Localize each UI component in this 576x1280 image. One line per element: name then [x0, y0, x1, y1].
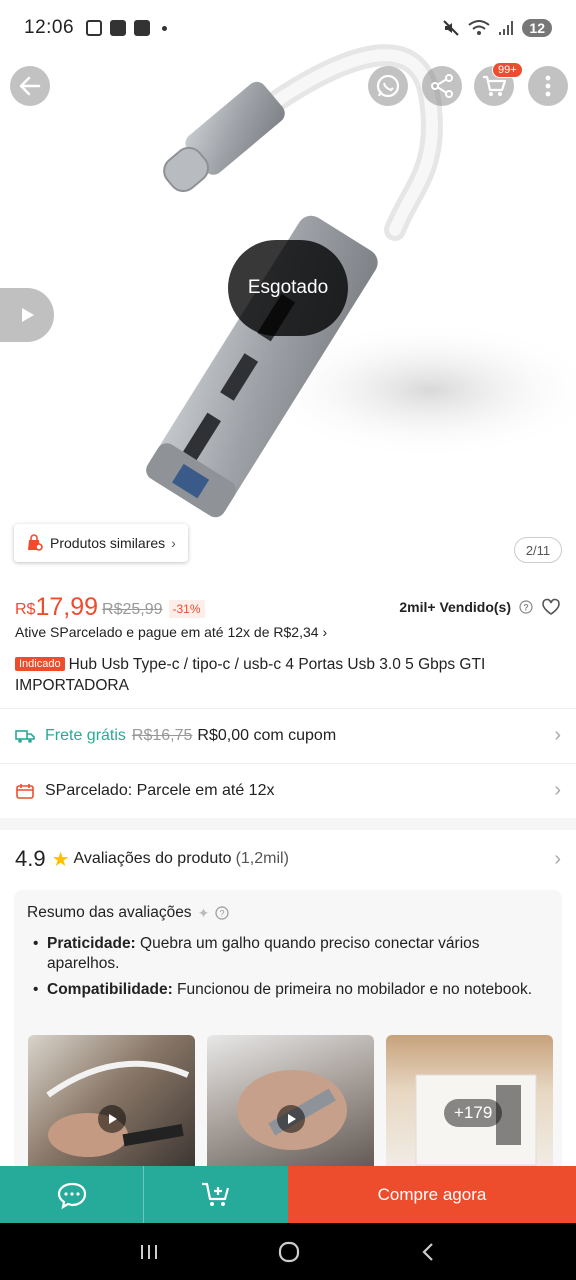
more-photos-badge: +179: [444, 1099, 503, 1127]
ratings-count: (1,2mil): [235, 850, 289, 867]
installment-icon: [16, 783, 34, 799]
add-to-cart-button[interactable]: [144, 1166, 288, 1223]
review-photo-thumb[interactable]: +179: [386, 1035, 553, 1175]
play-icon: [277, 1105, 305, 1133]
review-media: +179: [28, 1035, 553, 1175]
help-icon[interactable]: ?: [519, 600, 533, 614]
bag-search-icon: [28, 534, 43, 551]
recommended-tag: Indicado: [15, 657, 65, 671]
product-title: Indicado Hub Usb Type-c / tipo-c / usb-c …: [15, 654, 561, 696]
star-icon: ★: [51, 848, 70, 871]
battery-indicator: 12: [522, 19, 552, 37]
wifi-icon: [468, 20, 491, 35]
arrow-left-icon: [19, 76, 41, 96]
installment-link[interactable]: Ative SParcelado e pague em até 12x de R…: [15, 624, 327, 640]
chevron-right-icon: ›: [554, 779, 561, 801]
help-icon[interactable]: ?: [215, 906, 229, 920]
cart-count-badge: 99+: [492, 62, 523, 78]
review-points: Praticidade: Quebra um galho quando prec…: [27, 934, 549, 1000]
recent-apps-icon[interactable]: [138, 1242, 160, 1262]
more-notifications-icon: [162, 25, 168, 31]
sparcelado-row[interactable]: SParcelado: Parcele em até 12x ›: [0, 763, 576, 817]
truck-icon: [15, 729, 35, 743]
system-nav-bar: [0, 1223, 576, 1280]
product-image-gallery[interactable]: 12:06 12 99+ Esgotado Produtos similares…: [0, 0, 576, 580]
review-point: Praticidade: Quebra um galho quando prec…: [27, 934, 549, 974]
rating-score: 4.9: [15, 846, 46, 871]
price-row: R$ 17,99 R$25,99 -31% 2mil+ Vendido(s) ?: [15, 592, 561, 622]
screenshot-icon: [86, 20, 103, 36]
ratings-label: Avaliações do produto: [73, 850, 232, 867]
ratings-header[interactable]: 4.9 ★ Avaliações do produto (1,2mil) ›: [15, 842, 561, 876]
svg-text:?: ?: [523, 603, 529, 613]
sold-count: 2mil+ Vendido(s): [399, 599, 511, 615]
sold-out-overlay: Esgotado: [228, 240, 348, 336]
shipping-row[interactable]: Frete grátis R$16,75 R$0,00 com cupom ›: [0, 708, 576, 762]
review-summary: Resumo das avaliações ✦ ? Praticidade: Q…: [14, 890, 562, 1175]
product-title-text: Hub Usb Type-c / tipo-c / usb-c 4 Portas…: [15, 656, 486, 694]
review-video-thumb[interactable]: [207, 1035, 374, 1175]
free-shipping-label: Frete grátis: [45, 726, 126, 744]
add-to-cart-icon: [202, 1182, 230, 1206]
sparcelado-label: SParcelado: Parcele em até 12x: [45, 781, 275, 799]
svg-text:?: ?: [220, 909, 225, 919]
buy-now-button[interactable]: Compre agora: [288, 1166, 576, 1223]
play-icon: [98, 1105, 126, 1133]
section-divider: [0, 818, 576, 830]
cart-button[interactable]: 99+: [474, 62, 523, 106]
back-button[interactable]: [10, 66, 50, 106]
chevron-right-icon: ›: [322, 624, 328, 640]
bottom-action-bar: Compre agora: [0, 1166, 576, 1223]
image-counter: 2/11: [514, 537, 562, 563]
share-button[interactable]: [422, 66, 462, 106]
home-icon[interactable]: [277, 1240, 301, 1264]
signal-icon: [499, 21, 514, 35]
review-summary-title: Resumo das avaliações: [27, 904, 192, 921]
mute-icon: [443, 20, 460, 36]
chevron-right-icon: ›: [554, 724, 561, 746]
more-vertical-icon: [545, 75, 551, 97]
price-currency: R$: [15, 601, 36, 618]
sparkle-icon: ✦: [197, 904, 210, 921]
back-nav-icon[interactable]: [418, 1241, 438, 1263]
chat-button[interactable]: [0, 1166, 144, 1223]
play-icon: [22, 308, 34, 322]
share-icon: [431, 74, 453, 98]
review-point: Compatibilidade: Funcionou de primeira n…: [27, 980, 549, 1000]
review-video-thumb[interactable]: [28, 1035, 195, 1175]
whatsapp-icon: [376, 74, 400, 98]
play-video-button[interactable]: [0, 288, 54, 342]
shipping-new-price: R$0,00 com cupom: [197, 726, 337, 744]
check-icon: [134, 20, 151, 36]
chevron-right-icon: ›: [554, 847, 561, 870]
heart-icon[interactable]: [541, 598, 561, 616]
whatsapp-share-button[interactable]: [368, 66, 408, 106]
notification-icon: [110, 20, 127, 36]
status-time: 12:06: [24, 17, 75, 38]
similar-products-button[interactable]: Produtos similares ›: [14, 524, 188, 562]
chat-icon: [57, 1182, 86, 1209]
shipping-old-price: R$16,75: [131, 726, 193, 744]
discount-badge: -31%: [168, 600, 205, 618]
more-options-button[interactable]: [528, 66, 568, 106]
chevron-right-icon: ›: [171, 535, 176, 551]
similar-products-label: Produtos similares: [50, 535, 166, 551]
status-bar: 12:06 12: [0, 0, 576, 56]
original-price: R$25,99: [102, 601, 163, 618]
current-price: 17,99: [35, 592, 99, 621]
